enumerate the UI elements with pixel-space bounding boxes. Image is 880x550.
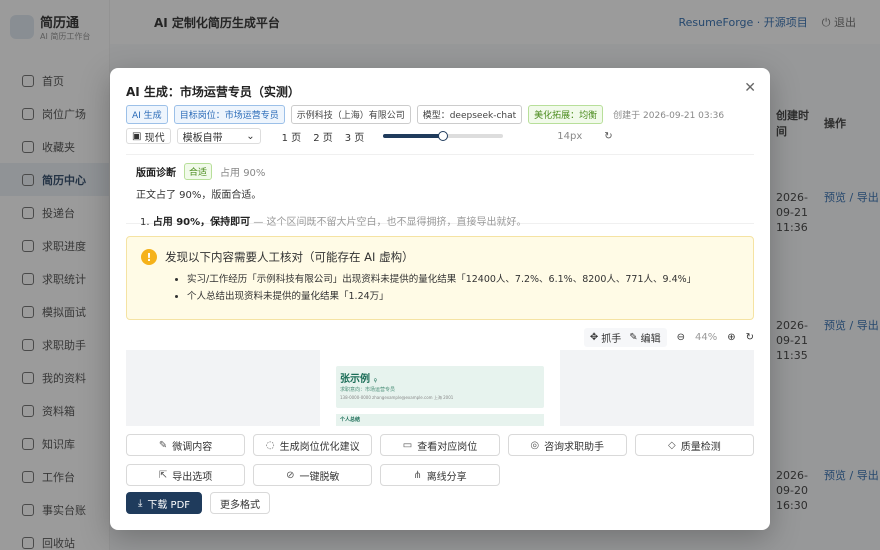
grab-tool-button[interactable]: ✥ 抓手	[590, 330, 621, 345]
offline-share-button[interactable]: ⋔ 离线分享	[380, 464, 500, 486]
chevron-down-icon: ⌄	[246, 130, 255, 142]
job-optimize-icon: ◌	[265, 439, 275, 451]
slider-fill	[383, 134, 444, 138]
layout-diagnosis: 版面诊断 合适 占用 90% 正文占了 90%，版面合适。 1. 占用 90%，…	[126, 154, 754, 228]
created-time: 创建于 2026-09-21 03:36	[613, 111, 725, 121]
export-options-button[interactable]: ⇱ 导出选项	[126, 464, 246, 486]
warning-list: 实习/工作经历「示例科技有限公司」出现资料未提供的量化结果「12400人、7.2…	[141, 271, 739, 302]
move-icon: ✥	[589, 332, 599, 343]
refine-content-button[interactable]: ✎ 微调内容	[126, 434, 246, 456]
tag-ai-generated: AI 生成	[126, 105, 168, 124]
close-icon[interactable]: ✕	[744, 80, 756, 96]
refine-content-icon: ✎	[158, 439, 168, 451]
modal-title: AI 生成：市场运营专员（实测）	[126, 85, 300, 99]
ask-assistant-button[interactable]: ◎ 咨询求职助手	[507, 434, 627, 456]
resume-page: 张示例 ♀ 求职意向：市场运营专员 138-0000-0000 zhangexa…	[320, 350, 560, 426]
ask-assistant-icon: ◎	[530, 439, 540, 451]
page-option-3[interactable]: 3 页	[342, 129, 368, 144]
action-buttons: ✎ 微调内容 ◌ 生成岗位优化建议 ▭ 查看对应岗位 ◎ 咨询求职助手 ◇ 质量检测 ⇱ 导出选项 ⊘ 一…	[126, 434, 754, 486]
style-button[interactable]: ▣ 现代	[126, 128, 171, 144]
gender-icon: ♀	[373, 378, 378, 384]
font-size-slider[interactable]	[383, 131, 504, 141]
edit-tool-button[interactable]: ✎ 编辑	[629, 330, 660, 345]
layout-toolbar: ▣ 现代 模板自带 ⌄ 1 页 2 页 3 页 14px ↻	[126, 128, 754, 144]
download-label: 下载 PDF	[147, 499, 191, 511]
item-number: 1.	[140, 217, 150, 228]
export-options-icon: ⇱	[158, 469, 168, 481]
action-label: 查看对应岗位	[417, 441, 478, 453]
resume-preview[interactable]: 张示例 ♀ 求职意向：市场运营专员 138-0000-0000 zhangexa…	[126, 350, 754, 426]
desensitize-icon: ⊘	[286, 469, 295, 481]
desensitize-button[interactable]: ⊘ 一键脱敏	[253, 464, 373, 486]
refresh-icon[interactable]: ↻	[604, 131, 612, 142]
tag-model: 模型：deepseek-chat	[416, 105, 523, 124]
action-label: 微调内容	[172, 441, 213, 453]
resume-header: 张示例 ♀ 求职意向：市场运营专员 138-0000-0000 zhangexa…	[336, 366, 544, 408]
preview-toolbar: ✥ 抓手 ✎ 编辑 ⊖ 44% ⊕ ↻	[583, 328, 754, 347]
page-option-1[interactable]: 1 页	[279, 129, 305, 144]
template-select[interactable]: 模板自带 ⌄	[176, 128, 261, 144]
item-detail: — 这个区间既不留大片空白，也不显得拥挤，直接导出就好。	[250, 217, 527, 228]
more-formats-button[interactable]: 更多格式	[210, 492, 270, 514]
resume-modal: AI 生成：市场运营专员（实测） ✕ AI 生成 目标岗位：市场运营专员 示例科…	[110, 68, 770, 530]
tag-company: 示例科技（上海）有限公司	[290, 105, 411, 124]
pencil-icon: ✎	[629, 332, 638, 343]
diagnosis-item: 1. 占用 90%，保持即可 — 这个区间既不留大片空白，也不显得拥挤，直接导出…	[136, 213, 744, 228]
status-badge: 合适	[184, 163, 213, 180]
view-job-icon: ▭	[402, 439, 413, 451]
action-label: 导出选项	[172, 471, 213, 483]
action-label: 离线分享	[426, 471, 467, 483]
tag-row: AI 生成 目标岗位：市场运营专员 示例科技（上海）有限公司 模型：deepse…	[126, 105, 724, 124]
item-bold: 占用 90%，保持即可	[152, 217, 251, 228]
style-label: 现代	[144, 132, 165, 144]
diagnosis-text: 正文占了 90%，版面合适。	[136, 190, 262, 201]
app-root: 简历通 AI 简历工作台 首页 岗位广场 收藏夹 简历中心 投递台 求职进度 求职统计 模拟面…	[0, 0, 880, 550]
zoom-level: 44%	[694, 332, 718, 343]
quality-check-button[interactable]: ◇ 质量检测	[634, 434, 754, 456]
list-item: 实习/工作经历「示例科技有限公司」出现资料未提供的量化结果「12400人、7.2…	[187, 271, 739, 285]
download-row: ⤓ 下载 PDF 更多格式	[126, 492, 270, 514]
ai-warning-box: ! 发现以下内容需要人工核对（可能存在 AI 虚构） 实习/工作经历「示例科技有…	[126, 236, 754, 320]
usage-percent: 占用 90%	[220, 168, 266, 179]
resume-section-summary: 个人总结	[336, 414, 544, 426]
zoom-in-icon[interactable]: ⊕	[727, 332, 735, 343]
list-item: 个人总结出现资料未提供的量化结果「1.24万」	[187, 288, 739, 302]
resume-contact: 138-0000-0000 zhangexample@example.com 上…	[340, 395, 454, 400]
download-icon: ⤓	[137, 497, 143, 509]
edit-label: 编辑	[640, 334, 661, 345]
warning-title: 发现以下内容需要人工核对（可能存在 AI 虚构）	[165, 250, 414, 264]
tag-beautify: 美化拓展：均衡	[528, 105, 604, 124]
action-label: 生成岗位优化建议	[279, 441, 360, 453]
grab-label: 抓手	[601, 334, 622, 345]
image-icon: ▣	[132, 130, 145, 142]
zoom-out-icon[interactable]: ⊖	[677, 332, 685, 343]
resume-name: 张示例	[340, 374, 370, 385]
slider-handle[interactable]	[438, 131, 449, 141]
font-size-value: 14px	[557, 130, 583, 142]
reset-icon[interactable]: ↻	[746, 332, 754, 343]
download-pdf-button[interactable]: ⤓ 下载 PDF	[126, 492, 202, 514]
action-label: 咨询求职助手	[544, 441, 605, 453]
warning-icon: !	[141, 249, 157, 265]
resume-target: 求职意向：市场运营专员	[340, 387, 396, 393]
quality-check-icon: ◇	[668, 439, 676, 451]
template-value: 模板自带	[182, 132, 223, 144]
tag-target-job: 目标岗位：市场运营专员	[173, 105, 285, 124]
action-label: 一键脱敏	[299, 471, 340, 483]
offline-share-icon: ⋔	[413, 469, 422, 481]
page-option-2[interactable]: 2 页	[310, 129, 336, 144]
diagnosis-label: 版面诊断	[136, 168, 176, 179]
job-optimize-button[interactable]: ◌ 生成岗位优化建议	[253, 434, 373, 456]
view-job-button[interactable]: ▭ 查看对应岗位	[380, 434, 500, 456]
action-label: 质量检测	[680, 441, 721, 453]
